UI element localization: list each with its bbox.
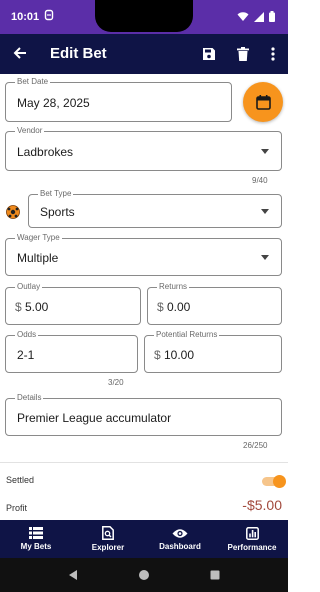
save-button[interactable] bbox=[198, 43, 220, 65]
save-icon bbox=[203, 48, 215, 60]
back-button[interactable] bbox=[9, 42, 31, 64]
signal-icon bbox=[254, 11, 264, 22]
bet-type-dropdown[interactable]: Bet Type Sports bbox=[28, 189, 282, 228]
nav-performance[interactable]: Performance bbox=[216, 520, 288, 558]
nav-my-bets[interactable]: My Bets bbox=[0, 520, 72, 558]
more-options-button[interactable] bbox=[262, 43, 284, 65]
explorer-icon bbox=[102, 526, 114, 540]
list-icon bbox=[29, 527, 43, 539]
returns-currency: $ bbox=[157, 300, 164, 314]
vendor-label: Vendor bbox=[15, 126, 45, 136]
nav-explorer[interactable]: Explorer bbox=[72, 520, 144, 558]
bottom-navigation: My Bets Explorer Dashboard Performance bbox=[0, 520, 288, 558]
details-label: Details bbox=[15, 393, 44, 403]
bet-date-label: Bet Date bbox=[15, 77, 51, 87]
chevron-down-icon bbox=[261, 255, 269, 260]
wifi-icon bbox=[237, 11, 249, 21]
page-title: Edit Bet bbox=[50, 45, 107, 62]
status-time: 10:01 bbox=[11, 11, 40, 23]
chevron-down-icon bbox=[261, 149, 269, 154]
date-picker-button[interactable] bbox=[243, 82, 283, 122]
odds-value: 2-1 bbox=[17, 348, 35, 362]
profit-label: Profit bbox=[6, 503, 28, 513]
odds-counter: 3/20 bbox=[108, 378, 124, 387]
vendor-counter: 9/40 bbox=[252, 176, 268, 185]
home-circle-icon[interactable] bbox=[138, 569, 150, 581]
potential-returns-currency: $ bbox=[154, 348, 161, 362]
outlay-label: Outlay bbox=[15, 282, 43, 292]
nav-label: Performance bbox=[227, 542, 277, 552]
details-field[interactable]: Details Premier League accumulator bbox=[5, 393, 282, 436]
details-counter: 26/250 bbox=[243, 441, 268, 450]
wager-type-dropdown[interactable]: Wager Type Multiple bbox=[5, 233, 282, 276]
nav-label: My Bets bbox=[20, 542, 52, 551]
returns-label: Returns bbox=[157, 282, 190, 292]
returns-field[interactable]: Returns $ 0.00 bbox=[147, 282, 282, 325]
app-bar: Edit Bet bbox=[0, 34, 288, 74]
nav-dashboard[interactable]: Dashboard bbox=[144, 520, 216, 558]
status-icons bbox=[237, 11, 275, 22]
status-bar: 10:01 bbox=[0, 0, 288, 34]
details-value: Premier League accumulator bbox=[17, 411, 172, 425]
bet-date-value: May 28, 2025 bbox=[17, 96, 90, 110]
chart-icon bbox=[245, 526, 259, 540]
profit-value: -$5.00 bbox=[242, 497, 282, 513]
system-navigation-bar bbox=[0, 558, 288, 592]
eye-icon bbox=[172, 528, 188, 538]
toggle-thumb bbox=[273, 475, 286, 488]
camera-notch bbox=[95, 0, 193, 32]
vendor-value: Ladbrokes bbox=[17, 145, 74, 159]
nav-label: Explorer bbox=[91, 543, 125, 552]
potential-returns-field[interactable]: Potential Returns $ 10.00 bbox=[144, 330, 282, 373]
chevron-down-icon bbox=[261, 209, 269, 214]
trash-icon bbox=[237, 47, 249, 61]
bet-type-label: Bet Type bbox=[38, 189, 74, 199]
outlay-currency: $ bbox=[15, 300, 22, 314]
recents-square-icon[interactable] bbox=[210, 570, 220, 580]
calendar-icon bbox=[255, 94, 271, 110]
vendor-dropdown[interactable]: Vendor Ladbrokes bbox=[5, 126, 282, 171]
bet-date-field[interactable]: Bet Date May 28, 2025 bbox=[5, 77, 232, 122]
odds-field[interactable]: Odds 2-1 bbox=[5, 330, 138, 373]
delete-button[interactable] bbox=[232, 43, 254, 65]
outlay-value: 5.00 bbox=[25, 300, 49, 314]
nav-label: Dashboard bbox=[159, 541, 201, 551]
more-vert-icon bbox=[271, 47, 275, 61]
app-notification-icon bbox=[44, 9, 54, 21]
bet-type-value: Sports bbox=[40, 205, 75, 219]
sports-ball-icon bbox=[6, 205, 20, 219]
divider bbox=[0, 462, 288, 463]
returns-value: 0.00 bbox=[167, 300, 191, 314]
odds-label: Odds bbox=[15, 330, 39, 340]
battery-icon bbox=[269, 11, 275, 22]
potential-returns-value: 10.00 bbox=[164, 348, 195, 362]
back-triangle-icon[interactable] bbox=[68, 569, 78, 581]
potential-returns-label: Potential Returns bbox=[154, 330, 220, 340]
settled-label: Settled bbox=[6, 475, 35, 485]
wager-type-label: Wager Type bbox=[15, 233, 62, 243]
settled-toggle[interactable] bbox=[262, 475, 286, 488]
arrow-back-icon bbox=[13, 47, 26, 59]
wager-type-value: Multiple bbox=[17, 251, 59, 265]
outlay-field[interactable]: Outlay $ 5.00 bbox=[5, 282, 141, 325]
